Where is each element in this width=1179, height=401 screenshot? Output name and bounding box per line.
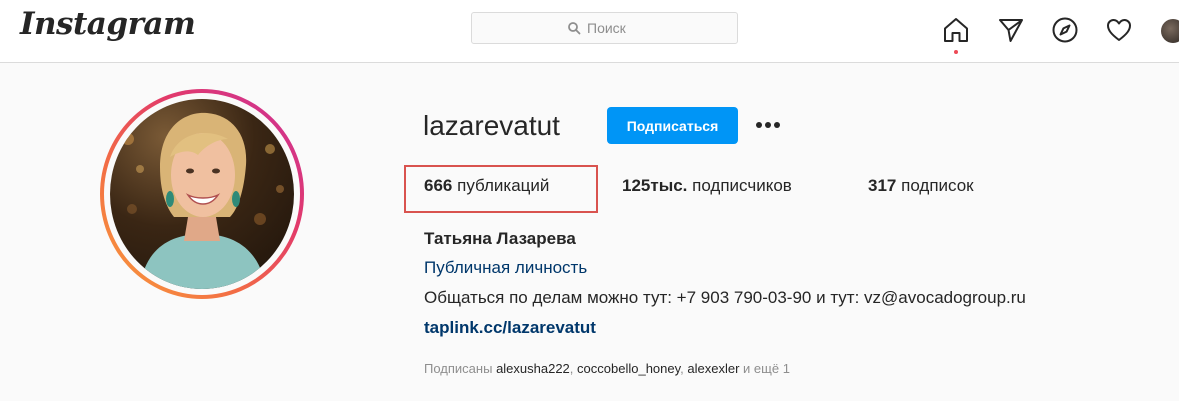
profile-full-name: Татьяна Лазарева	[424, 229, 576, 248]
following-count-value: 317	[868, 176, 897, 195]
notification-dot	[954, 50, 958, 54]
following-count[interactable]: 317 подписок	[868, 176, 974, 196]
profile-bio: Общаться по делам можно тут: +7 903 790-…	[424, 288, 1026, 307]
profile-photo-illustration	[122, 112, 284, 289]
followed-by[interactable]: Подписаны alexusha222, coccobello_honey,…	[424, 361, 790, 376]
search-icon	[568, 22, 581, 35]
followers-count[interactable]: 125тыс. подписчиков	[622, 176, 792, 196]
followers-count-value: 125тыс.	[622, 176, 688, 195]
followers-count-label: подписчиков	[692, 176, 792, 195]
dot	[774, 122, 780, 128]
instagram-logo[interactable]: Instagram	[20, 6, 196, 42]
dot	[756, 122, 762, 128]
more-options-icon[interactable]	[752, 113, 784, 137]
top-navigation: Instagram	[0, 0, 1179, 63]
profile-photo[interactable]	[110, 99, 294, 289]
home-icon[interactable]	[942, 16, 970, 44]
profile-link[interactable]: taplink.cc/lazarevatut	[424, 318, 596, 338]
explore-icon[interactable]	[1051, 16, 1079, 44]
followed-by-user[interactable]: alexusha222	[496, 361, 570, 376]
profile-avatar[interactable]	[1161, 19, 1179, 43]
search-box[interactable]	[471, 12, 738, 44]
followed-by-user[interactable]: coccobello_honey	[577, 361, 680, 376]
search-input[interactable]	[587, 20, 642, 36]
dot	[765, 122, 771, 128]
followed-by-suffix: и ещё 1	[743, 361, 790, 376]
following-count-label: подписок	[901, 176, 974, 195]
profile-category: Публичная личность	[424, 258, 588, 277]
direct-icon[interactable]	[997, 16, 1025, 44]
follow-button[interactable]: Подписаться	[607, 107, 738, 144]
followed-by-user[interactable]: alexexler	[687, 361, 739, 376]
posts-highlight-box	[404, 165, 598, 213]
followed-by-prefix: Подписаны	[424, 361, 493, 376]
profile-username: lazarevatut	[423, 110, 560, 141]
activity-icon[interactable]	[1105, 16, 1133, 44]
